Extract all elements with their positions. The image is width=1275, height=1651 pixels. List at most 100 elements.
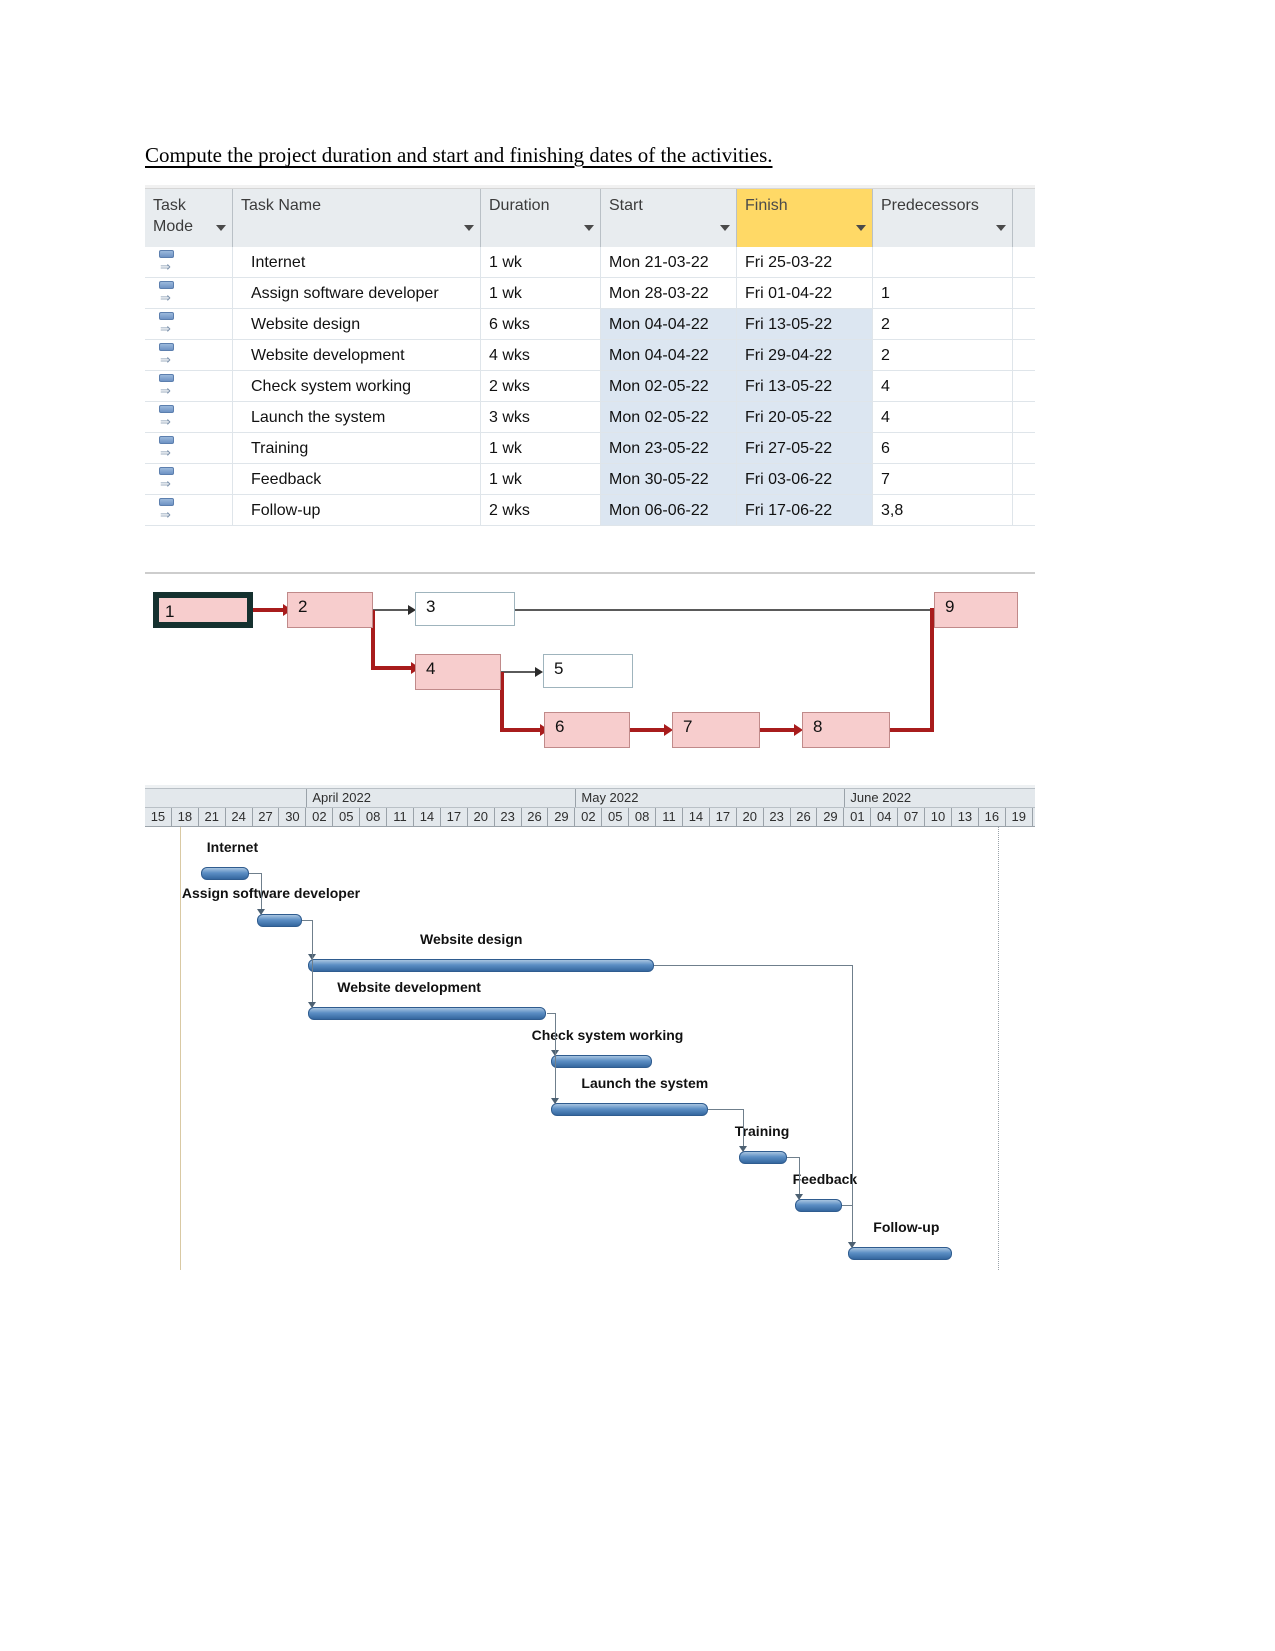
column-header-duration[interactable]: Duration — [481, 189, 601, 247]
gantt-bar[interactable] — [848, 1247, 952, 1260]
task-name-cell[interactable]: Website design — [233, 309, 481, 339]
chevron-down-icon[interactable] — [464, 225, 474, 231]
task-finish-cell[interactable]: Fri 27-05-22 — [737, 433, 873, 463]
task-start-cell[interactable]: Mon 02-05-22 — [601, 371, 737, 401]
task-finish-cell[interactable]: Fri 25-03-22 — [737, 247, 873, 277]
table-row[interactable]: ⇒ Website development 4 wks Mon 04-04-22 Fri… — [145, 340, 1035, 371]
column-header-overflow[interactable] — [1013, 189, 1035, 247]
task-mode-cell[interactable]: ⇒ — [145, 340, 233, 370]
task-mode-cell[interactable]: ⇒ — [145, 247, 233, 277]
task-predecessors-cell[interactable]: 1 — [873, 278, 1013, 308]
task-mode-cell[interactable]: ⇒ — [145, 433, 233, 463]
task-overflow-cell[interactable] — [1013, 340, 1035, 370]
task-predecessors-cell[interactable]: 4 — [873, 371, 1013, 401]
task-name-cell[interactable]: Feedback — [233, 464, 481, 494]
task-predecessors-cell[interactable]: 4 — [873, 402, 1013, 432]
task-predecessors-cell[interactable]: 2 — [873, 340, 1013, 370]
task-overflow-cell[interactable] — [1013, 371, 1035, 401]
table-row[interactable]: ⇒ Assign software developer 1 wk Mon 28-03-… — [145, 278, 1035, 309]
chevron-down-icon[interactable] — [584, 225, 594, 231]
task-name-cell[interactable]: Website development — [233, 340, 481, 370]
task-duration-cell[interactable]: 3 wks — [481, 402, 601, 432]
task-name-cell[interactable]: Check system working — [233, 371, 481, 401]
network-node-3[interactable]: 3 — [415, 592, 515, 626]
task-finish-cell[interactable]: Fri 29-04-22 — [737, 340, 873, 370]
task-overflow-cell[interactable] — [1013, 433, 1035, 463]
gantt-bar[interactable] — [550, 1055, 653, 1068]
task-finish-cell[interactable]: Fri 01-04-22 — [737, 278, 873, 308]
column-header-start[interactable]: Start — [601, 189, 737, 247]
gantt-bar[interactable] — [308, 959, 655, 972]
task-start-cell[interactable]: Mon 06-06-22 — [601, 495, 737, 525]
task-start-cell[interactable]: Mon 04-04-22 — [601, 309, 737, 339]
task-name-cell[interactable]: Assign software developer — [233, 278, 481, 308]
column-header-task-mode[interactable]: Task Mode — [145, 189, 233, 247]
network-node-4[interactable]: 4 — [415, 654, 501, 690]
task-finish-cell[interactable]: Fri 17-06-22 — [737, 495, 873, 525]
task-duration-cell[interactable]: 2 wks — [481, 495, 601, 525]
task-start-cell[interactable]: Mon 04-04-22 — [601, 340, 737, 370]
task-finish-cell[interactable]: Fri 20-05-22 — [737, 402, 873, 432]
task-overflow-cell[interactable] — [1013, 278, 1035, 308]
network-node-1[interactable]: 1 — [153, 592, 253, 628]
task-finish-cell[interactable]: Fri 13-05-22 — [737, 371, 873, 401]
network-node-2[interactable]: 2 — [287, 592, 373, 628]
table-row[interactable]: ⇒ Website design 6 wks Mon 04-04-22 Fri 13-0… — [145, 309, 1035, 340]
task-predecessors-cell[interactable]: 3,8 — [873, 495, 1013, 525]
chevron-down-icon[interactable] — [856, 225, 866, 231]
network-node-7[interactable]: 7 — [672, 712, 760, 748]
column-header-finish[interactable]: Finish — [737, 189, 873, 247]
task-overflow-cell[interactable] — [1013, 495, 1035, 525]
gantt-bar[interactable] — [308, 1007, 547, 1020]
task-predecessors-cell[interactable]: 6 — [873, 433, 1013, 463]
task-duration-cell[interactable]: 6 wks — [481, 309, 601, 339]
network-node-6[interactable]: 6 — [544, 712, 630, 748]
task-predecessors-cell[interactable]: 2 — [873, 309, 1013, 339]
table-row[interactable]: ⇒ Feedback 1 wk Mon 30-05-22 Fri 03-06-22 7 — [145, 464, 1035, 495]
gantt-bar[interactable] — [550, 1103, 708, 1116]
chevron-down-icon[interactable] — [216, 225, 226, 231]
task-mode-cell[interactable]: ⇒ — [145, 402, 233, 432]
table-row[interactable]: ⇒ Internet 1 wk Mon 21-03-22 Fri 25-03-22 — [145, 247, 1035, 278]
task-start-cell[interactable]: Mon 30-05-22 — [601, 464, 737, 494]
task-duration-cell[interactable]: 1 wk — [481, 278, 601, 308]
table-row[interactable]: ⇒ Check system working 2 wks Mon 02-05-22 Fr… — [145, 371, 1035, 402]
task-name-cell[interactable]: Internet — [233, 247, 481, 277]
network-node-9[interactable]: 9 — [934, 592, 1018, 628]
chevron-down-icon[interactable] — [996, 225, 1006, 231]
task-name-cell[interactable]: Launch the system — [233, 402, 481, 432]
gantt-bar[interactable] — [738, 1151, 787, 1164]
task-duration-cell[interactable]: 1 wk — [481, 247, 601, 277]
gantt-bar[interactable] — [256, 914, 303, 927]
gantt-bar[interactable] — [794, 1199, 843, 1212]
task-overflow-cell[interactable] — [1013, 247, 1035, 277]
column-header-task-name[interactable]: Task Name — [233, 189, 481, 247]
gantt-bar[interactable] — [200, 867, 249, 880]
task-start-cell[interactable]: Mon 21-03-22 — [601, 247, 737, 277]
task-mode-cell[interactable]: ⇒ — [145, 371, 233, 401]
task-finish-cell[interactable]: Fri 03-06-22 — [737, 464, 873, 494]
task-overflow-cell[interactable] — [1013, 464, 1035, 494]
task-predecessors-cell[interactable]: 7 — [873, 464, 1013, 494]
network-node-5[interactable]: 5 — [543, 654, 633, 688]
column-header-predecessors[interactable]: Predecessors — [873, 189, 1013, 247]
task-overflow-cell[interactable] — [1013, 402, 1035, 432]
task-name-cell[interactable]: Training — [233, 433, 481, 463]
task-finish-cell[interactable]: Fri 13-05-22 — [737, 309, 873, 339]
task-duration-cell[interactable]: 1 wk — [481, 433, 601, 463]
task-name-cell[interactable]: Follow-up — [233, 495, 481, 525]
chevron-down-icon[interactable] — [720, 225, 730, 231]
table-row[interactable]: ⇒ Training 1 wk Mon 23-05-22 Fri 27-05-22 6 — [145, 433, 1035, 464]
network-node-8[interactable]: 8 — [802, 712, 890, 748]
task-duration-cell[interactable]: 1 wk — [481, 464, 601, 494]
task-mode-cell[interactable]: ⇒ — [145, 495, 233, 525]
task-mode-cell[interactable]: ⇒ — [145, 278, 233, 308]
task-mode-cell[interactable]: ⇒ — [145, 309, 233, 339]
task-start-cell[interactable]: Mon 28-03-22 — [601, 278, 737, 308]
task-duration-cell[interactable]: 2 wks — [481, 371, 601, 401]
table-row[interactable]: ⇒ Follow-up 2 wks Mon 06-06-22 Fri 17-06-22 3… — [145, 495, 1035, 526]
table-row[interactable]: ⇒ Launch the system 3 wks Mon 02-05-22 Fri 2… — [145, 402, 1035, 433]
task-start-cell[interactable]: Mon 02-05-22 — [601, 402, 737, 432]
task-duration-cell[interactable]: 4 wks — [481, 340, 601, 370]
task-start-cell[interactable]: Mon 23-05-22 — [601, 433, 737, 463]
